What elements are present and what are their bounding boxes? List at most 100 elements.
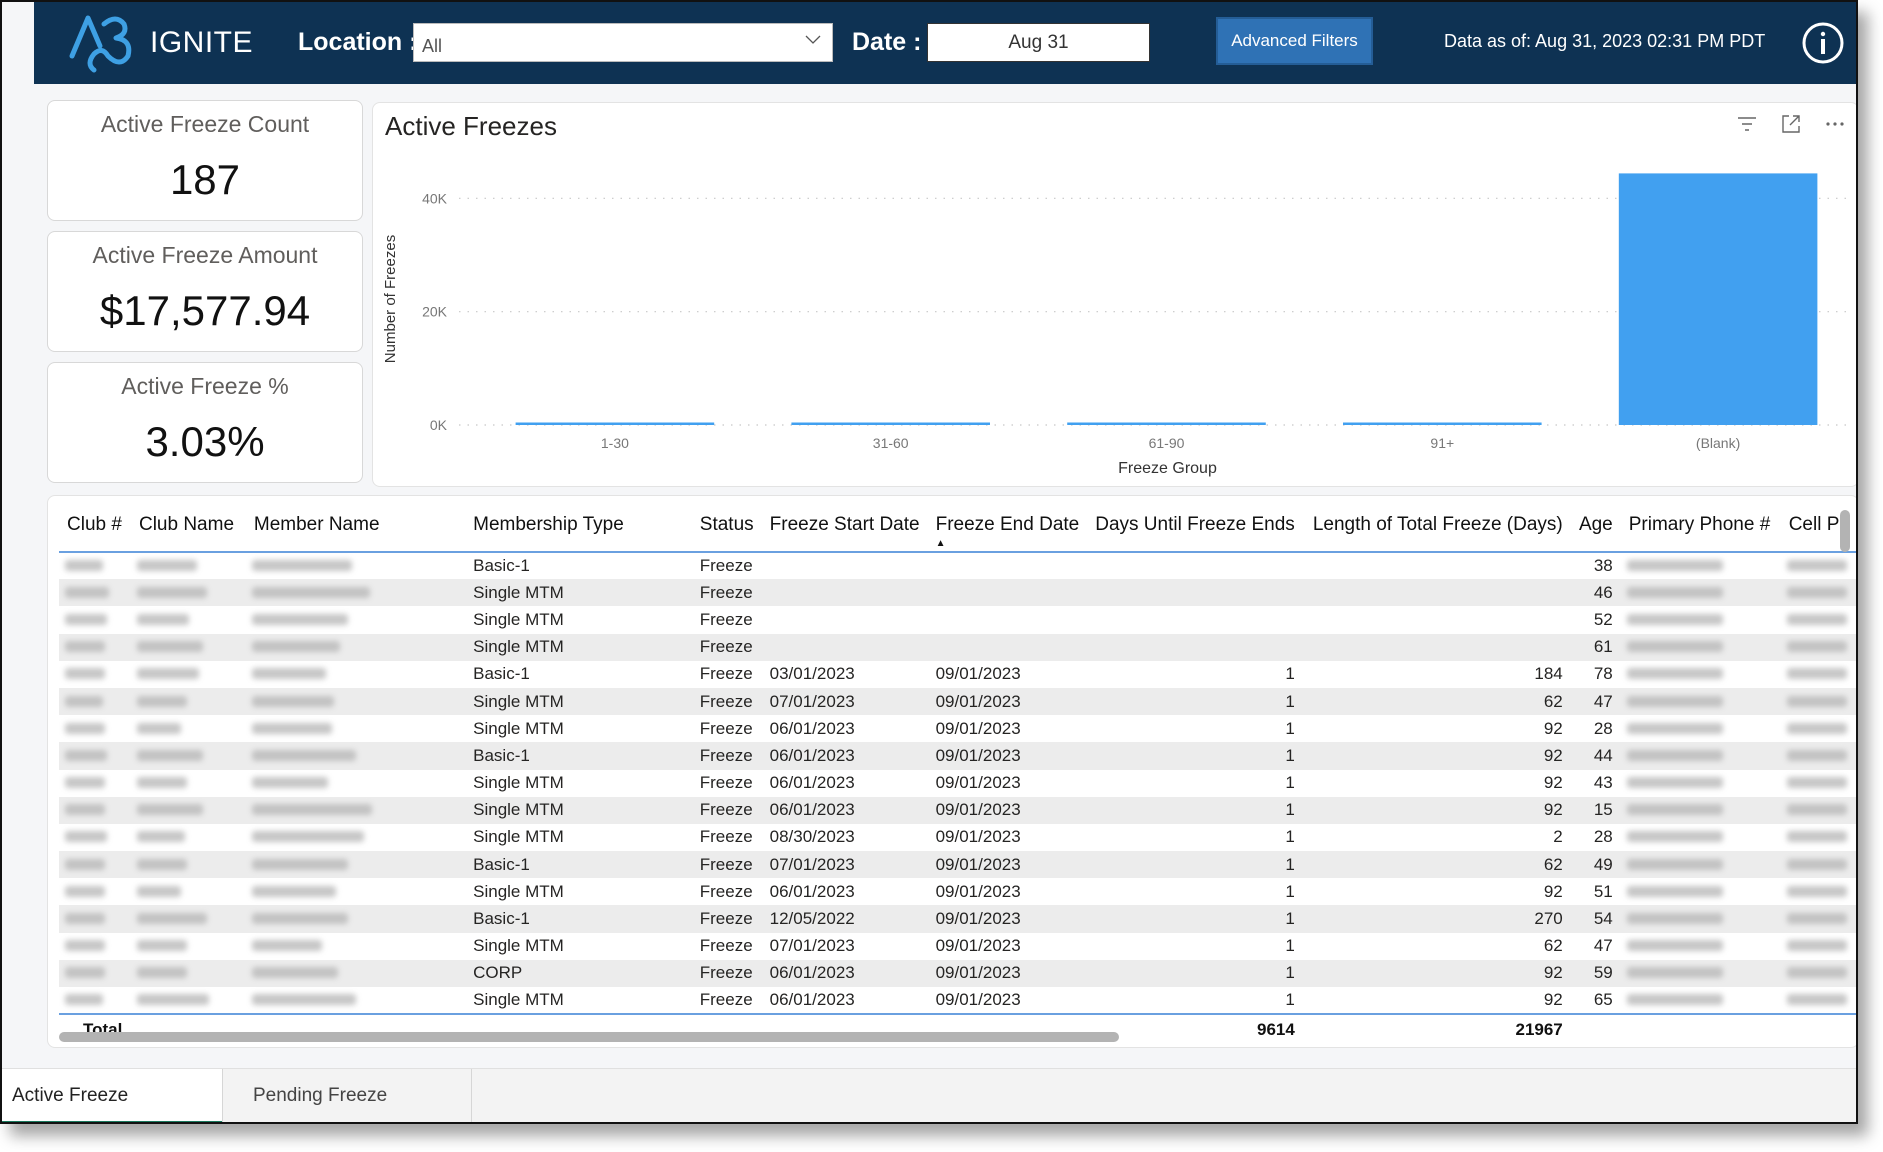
column-header[interactable]: Days Until Freeze Ends xyxy=(1087,506,1303,553)
cell-length: 92 xyxy=(1302,742,1571,770)
table-row[interactable]: Single MTM Freeze 08/30/2023 09/01/2023 1 2 28 xyxy=(59,824,1856,851)
redacted-value xyxy=(251,858,348,870)
redacted-cell xyxy=(59,661,131,688)
cell-length: 62 xyxy=(1302,851,1571,879)
cell-type: Single MTM xyxy=(465,633,692,661)
column-header[interactable]: Membership Type xyxy=(465,506,692,553)
table-row[interactable]: Basic-1 Freeze 07/01/2023 09/01/2023 1 62 49 xyxy=(59,851,1856,879)
redacted-value xyxy=(65,885,105,897)
advanced-filters-button[interactable]: Advanced Filters xyxy=(1216,17,1373,65)
redacted-cell xyxy=(1621,878,1781,905)
column-header[interactable]: Primary Phone # xyxy=(1620,506,1781,553)
column-header[interactable]: Freeze End Date ▲ xyxy=(927,506,1088,553)
cell-end: 09/01/2023 xyxy=(927,796,1088,824)
redacted-value xyxy=(1626,641,1723,653)
redacted-cell xyxy=(1620,905,1781,933)
table-header-row: Club # Club Name Member Name Membership Typ… xyxy=(59,506,1856,553)
table-row[interactable]: Single MTM Freeze 06/01/2023 09/01/2023 1 92 2… xyxy=(59,715,1856,742)
cell-status: Freeze xyxy=(699,827,753,847)
cell-age: 28 xyxy=(1593,718,1613,738)
redacted-value xyxy=(136,858,187,870)
info-icon[interactable] xyxy=(1801,21,1845,65)
redacted-value xyxy=(65,613,107,625)
cell-days-until xyxy=(1087,579,1303,607)
table-row[interactable]: Single MTM Freeze 46 xyxy=(59,579,1856,607)
redacted-value xyxy=(1786,586,1847,598)
cell-end: 09/01/2023 xyxy=(927,905,1088,933)
freeze-table: Club # Club Name Member Name Membership Typ… xyxy=(59,506,1856,1045)
redacted-value xyxy=(1626,858,1723,870)
column-header[interactable]: Club # xyxy=(59,506,131,553)
filter-icon[interactable] xyxy=(1736,113,1758,135)
date-input[interactable]: Aug 31 xyxy=(927,23,1150,62)
tab-active-freeze-analysis[interactable]: Active Freeze Analysis xyxy=(2,1069,222,1122)
cell-length xyxy=(1302,633,1571,661)
table-row[interactable]: Single MTM Freeze 06/01/2023 09/01/2023 1 92 1… xyxy=(59,796,1856,824)
cell-type: Basic-1 xyxy=(473,664,530,684)
redacted-value xyxy=(1626,994,1723,1006)
redacted-value xyxy=(65,749,107,761)
redacted-value xyxy=(1786,613,1847,625)
column-header-label: Age xyxy=(1578,513,1613,535)
redacted-cell xyxy=(130,851,246,879)
table-row[interactable]: Single MTM Freeze 06/01/2023 09/01/2023 1 92 6… xyxy=(59,987,1856,1014)
redacted-value xyxy=(1786,804,1847,816)
vertical-scrollbar[interactable] xyxy=(1840,510,1850,552)
tab-pending-freeze-analysis[interactable]: Pending Freeze Analysis xyxy=(222,1069,472,1122)
redacted-value xyxy=(136,831,185,843)
redacted-cell xyxy=(1781,606,1856,633)
column-header[interactable]: Club Name xyxy=(130,506,246,553)
redacted-value xyxy=(251,641,340,653)
column-header[interactable]: Length of Total Freeze (Days) xyxy=(1302,506,1571,553)
redacted-cell xyxy=(59,905,131,933)
redacted-value xyxy=(136,777,187,789)
redacted-value xyxy=(251,967,338,979)
table-row[interactable]: Single MTM Freeze 61 xyxy=(59,633,1856,661)
cell-type: Single MTM xyxy=(473,990,564,1010)
table-row[interactable]: Basic-1 Freeze 06/01/2023 09/01/2023 1 92 44 xyxy=(59,742,1856,770)
redacted-cell xyxy=(130,687,246,716)
redacted-cell xyxy=(1781,987,1856,1014)
focus-mode-icon[interactable] xyxy=(1780,113,1802,135)
cell-start: 06/01/2023 xyxy=(769,990,855,1010)
redacted-value xyxy=(136,994,209,1006)
cell-age: 65 xyxy=(1593,990,1613,1010)
table-row[interactable]: Single MTM Freeze 06/01/2023 09/01/2023 1 92 4… xyxy=(59,770,1856,797)
redacted-value xyxy=(251,885,336,897)
cell-end xyxy=(928,552,1088,579)
redacted-value xyxy=(65,831,107,843)
redacted-value xyxy=(251,777,328,789)
table-row[interactable]: Basic-1 Freeze 03/01/2023 09/01/2023 1 184 78 xyxy=(59,661,1856,688)
table-row[interactable]: Basic-1 Freeze 38 xyxy=(59,552,1856,579)
table-row[interactable]: Single MTM Freeze 06/01/2023 09/01/2023 1 92 5… xyxy=(59,878,1856,905)
cell-type: Single MTM xyxy=(465,796,692,824)
redacted-cell xyxy=(1621,715,1781,742)
redacted-cell xyxy=(1780,742,1856,770)
table-row[interactable]: Single MTM Freeze 52 xyxy=(59,606,1856,633)
table-row[interactable]: Basic-1 Freeze 12/05/2022 09/01/2023 1 270 54 xyxy=(59,905,1856,933)
redacted-value xyxy=(1786,668,1847,680)
table-row[interactable]: Single MTM Freeze 07/01/2023 09/01/2023 1 62 4… xyxy=(59,933,1856,960)
table-row[interactable]: Single MTM Freeze 07/01/2023 09/01/2023 1 62 4… xyxy=(59,687,1856,716)
column-header[interactable]: Status xyxy=(691,506,762,553)
redacted-value xyxy=(65,641,105,653)
table-row[interactable]: CORP Freeze 06/01/2023 09/01/2023 1 92 59 xyxy=(59,959,1856,987)
cell-type: Single MTM xyxy=(473,881,564,901)
cell-start: 06/01/2023 xyxy=(761,796,928,824)
x-tick-label: 61-90 xyxy=(1149,435,1185,451)
column-header[interactable]: Age xyxy=(1570,506,1621,553)
horizontal-scrollbar[interactable] xyxy=(59,1032,1119,1042)
cell-end xyxy=(927,633,1088,661)
column-header[interactable]: Freeze Start Date xyxy=(761,506,928,553)
cell-length: 92 xyxy=(1302,796,1571,824)
redacted-cell xyxy=(1781,661,1856,688)
redacted-cell xyxy=(245,796,466,824)
location-dropdown[interactable]: All xyxy=(413,23,833,62)
cell-age: 54 xyxy=(1570,905,1621,933)
kpi-card-active-freeze-count: Active Freeze Count 187 xyxy=(47,100,363,221)
more-options-icon[interactable] xyxy=(1824,113,1846,135)
cell-age: 47 xyxy=(1593,936,1613,956)
column-header-label: Status xyxy=(699,513,754,535)
kpi-title: Active Freeze % xyxy=(121,373,289,399)
column-header[interactable]: Member Name xyxy=(245,506,466,553)
